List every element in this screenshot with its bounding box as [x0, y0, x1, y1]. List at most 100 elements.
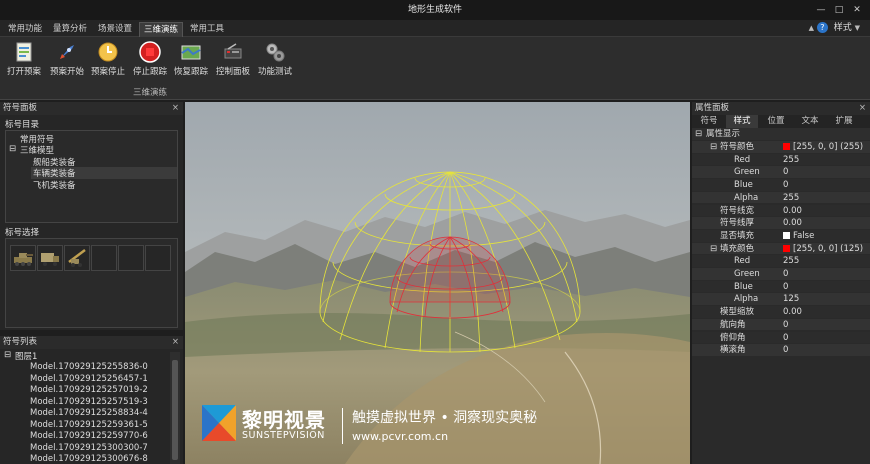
control-panel-button[interactable]: 控制面板: [214, 41, 252, 83]
property-value-text: 0: [783, 345, 789, 356]
close-icon[interactable]: ×: [172, 336, 179, 349]
property-row[interactable]: Green 0: [692, 166, 870, 180]
resume-tracking-button[interactable]: 恢复跟踪: [172, 41, 210, 83]
symbol-slot-empty[interactable]: [91, 245, 117, 271]
tab-scene-settings[interactable]: 场景设置: [94, 22, 136, 37]
tab-3d-drill[interactable]: 三维演练: [139, 22, 183, 37]
symbol-list: ⊟ 图层1 Model.170929125255836-0 Model.1709…: [0, 349, 183, 464]
property-value[interactable]: [255, 0, 0] (255): [783, 141, 863, 154]
property-row[interactable]: 俯仰角 0: [692, 331, 870, 345]
property-row[interactable]: ⊟ 填充颜色 [255, 0, 0] (125): [692, 242, 870, 256]
property-value[interactable]: 255: [783, 255, 799, 268]
tree-item-aircraft[interactable]: 飞机类装备: [33, 179, 76, 191]
close-icon[interactable]: ×: [172, 102, 179, 115]
plan-stop-button[interactable]: 预案停止: [89, 41, 127, 83]
property-key: 符号线厚: [720, 218, 755, 229]
property-row[interactable]: 显否填充 False: [692, 229, 870, 243]
symbol-list-scrollbar[interactable]: [170, 352, 180, 464]
property-row[interactable]: Blue 0: [692, 280, 870, 294]
property-key: 显否填充: [720, 230, 755, 241]
tree-item-vehicles[interactable]: 车辆类装备: [31, 167, 177, 179]
fill-checkbox[interactable]: [783, 231, 790, 239]
tab-style[interactable]: 样式: [726, 115, 758, 128]
tab-symbol[interactable]: 符号: [694, 115, 724, 128]
stop-tracking-button[interactable]: 停止跟踪: [131, 41, 169, 83]
property-value[interactable]: 0: [783, 332, 788, 345]
minimize-icon[interactable]: —: [812, 0, 830, 20]
row-toggle[interactable]: ⊟: [710, 243, 717, 256]
property-value[interactable]: 125: [783, 293, 799, 306]
help-icon[interactable]: ?: [816, 22, 828, 33]
close-icon[interactable]: ✕: [848, 0, 866, 20]
tab-measurement[interactable]: 量算分析: [49, 22, 91, 37]
scrollbar-thumb[interactable]: [172, 360, 178, 460]
property-value[interactable]: [255, 0, 0] (125): [783, 243, 863, 256]
property-value[interactable]: 0: [783, 281, 788, 294]
list-item[interactable]: Model.170929125257519-3: [30, 397, 148, 407]
list-item[interactable]: Model.170929125255836-0: [30, 362, 148, 372]
list-item[interactable]: Model.170929125256457-1: [30, 374, 148, 384]
property-row[interactable]: Red 255: [692, 255, 870, 268]
property-row[interactable]: 横滚角 0: [692, 344, 870, 357]
property-row[interactable]: Green 0: [692, 268, 870, 281]
function-test-button[interactable]: 功能测试: [256, 41, 294, 83]
property-value[interactable]: 0: [783, 179, 788, 192]
row-toggle[interactable]: ⊟: [710, 141, 717, 154]
symbol-slot-empty[interactable]: [118, 245, 144, 271]
color-swatch[interactable]: [783, 244, 790, 252]
property-value[interactable]: 0.00: [783, 217, 802, 230]
close-icon[interactable]: ×: [859, 102, 866, 115]
property-value[interactable]: 0: [783, 319, 788, 332]
logo-icon: [202, 405, 236, 441]
tab-position[interactable]: 位置: [760, 115, 792, 128]
property-row[interactable]: Blue 0: [692, 179, 870, 192]
property-row[interactable]: 符号线厚 0.00: [692, 217, 870, 230]
property-value[interactable]: 255: [783, 192, 799, 205]
list-item[interactable]: Model.170929125258834-4: [30, 408, 148, 418]
property-value[interactable]: 0.00: [783, 306, 802, 319]
tab-text[interactable]: 文本: [794, 115, 826, 128]
list-item[interactable]: Model.170929125300676-8: [30, 454, 148, 464]
tree-toggle[interactable]: ⊟: [9, 144, 16, 154]
property-row[interactable]: 模型缩放 0.00: [692, 306, 870, 319]
title-bar: 地形生成软件 — □ ✕: [0, 0, 870, 20]
tab-extend[interactable]: 扩展: [828, 115, 860, 128]
symbol-slot-truck[interactable]: [37, 245, 63, 271]
property-row[interactable]: 符号线宽 0.00: [692, 204, 870, 218]
property-value[interactable]: 0: [783, 344, 788, 357]
property-value[interactable]: 0.00: [783, 205, 802, 218]
property-row[interactable]: ⊟ 符号颜色 [255, 0, 0] (255): [692, 141, 870, 154]
property-value[interactable]: 0: [783, 166, 788, 179]
tab-common-tools[interactable]: 常用工具: [186, 22, 228, 37]
list-item[interactable]: Model.170929125257019-2: [30, 385, 148, 395]
property-row[interactable]: Alpha 255: [692, 191, 870, 205]
tree-item-3d-models[interactable]: 三维模型: [20, 144, 54, 156]
property-row[interactable]: Alpha 125: [692, 293, 870, 307]
tree-toggle[interactable]: ⊟: [4, 350, 11, 360]
open-plan-button[interactable]: 打开预案: [5, 41, 43, 83]
property-row[interactable]: 航向角 0: [692, 318, 870, 332]
symbol-slot-empty[interactable]: [145, 245, 171, 271]
property-value[interactable]: 0: [783, 268, 788, 281]
symbol-panel-header: 符号面板 ×: [0, 102, 183, 115]
plan-start-button[interactable]: 预案开始: [48, 41, 86, 83]
maximize-icon[interactable]: □: [830, 0, 848, 20]
tab-common-functions[interactable]: 常用功能: [4, 22, 46, 37]
color-swatch[interactable]: [783, 143, 790, 150]
section-toggle[interactable]: ⊟: [695, 128, 702, 141]
property-key: 模型缩放: [720, 307, 755, 318]
property-row[interactable]: Red 255: [692, 153, 870, 167]
list-item[interactable]: Model.170929125300300-7: [30, 443, 148, 453]
property-value-text: False: [793, 230, 815, 241]
list-item[interactable]: Model.170929125259361-5: [30, 420, 148, 430]
property-key: 符号颜色: [720, 142, 755, 152]
property-value[interactable]: 255: [783, 154, 799, 167]
3d-viewport[interactable]: 黎明视景 SUNSTEPVISION 触摸虚拟世界 • 洞察现实奥秘 www.p…: [185, 102, 690, 464]
layer-item[interactable]: 图层1: [15, 350, 37, 362]
symbol-tree: 常用符号 ⊟ 三维模型 舰船类装备 车辆类装备 飞机类装备: [5, 130, 178, 223]
property-value[interactable]: False: [783, 230, 814, 243]
symbol-slot-tank[interactable]: [10, 245, 36, 271]
list-item[interactable]: Model.170929125259770-6: [30, 431, 148, 441]
style-selector[interactable]: 样式: [834, 23, 852, 33]
symbol-slot-artillery[interactable]: [64, 245, 90, 271]
